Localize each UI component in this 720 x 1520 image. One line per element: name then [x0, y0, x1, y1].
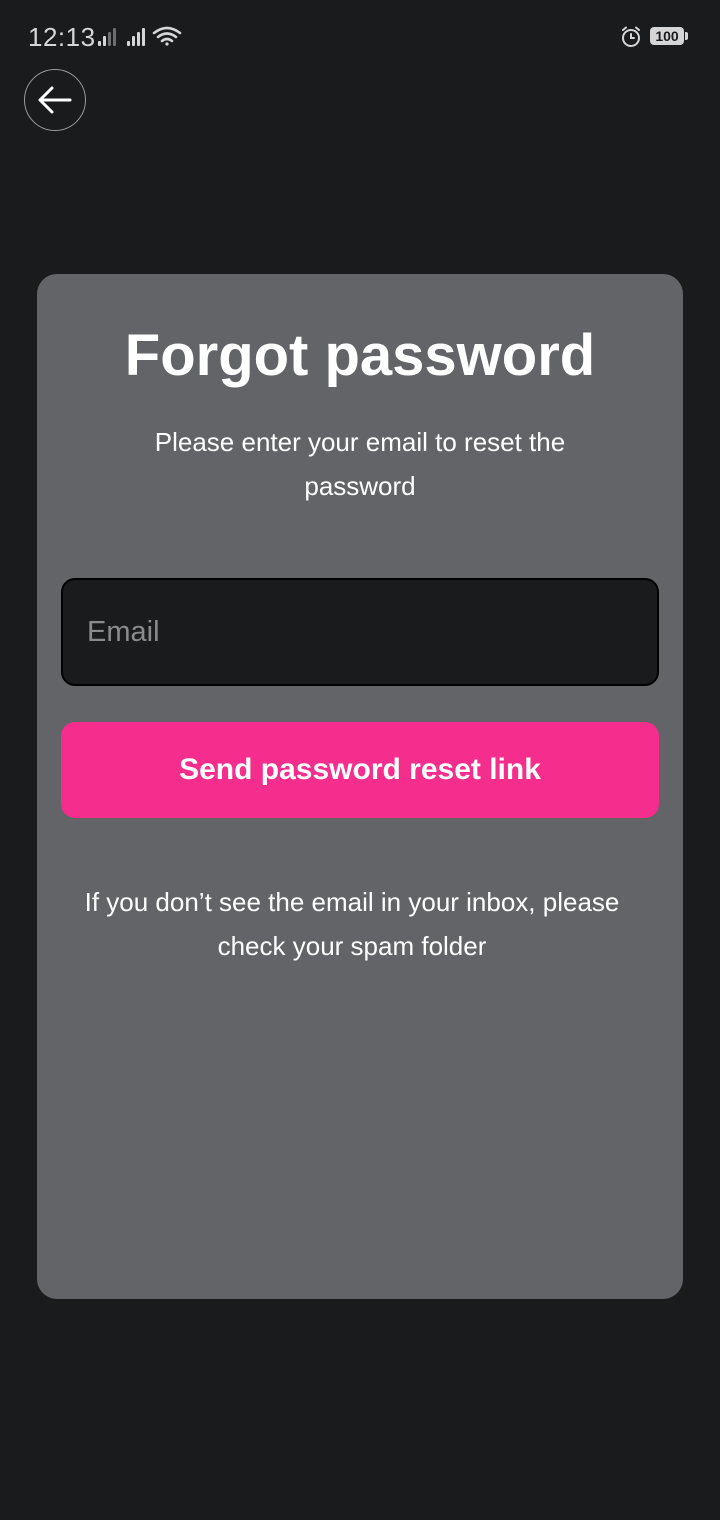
battery-icon: 100 [650, 27, 684, 45]
email-field[interactable] [61, 578, 659, 686]
back-button[interactable] [24, 69, 86, 131]
signal-icon [127, 28, 145, 46]
spam-folder-hint: If you don’t see the email in your inbox… [84, 887, 620, 961]
send-reset-link-button[interactable]: Send password reset link [61, 722, 659, 818]
status-bar: 12:13 100 [0, 0, 720, 72]
arrow-left-icon [38, 86, 72, 114]
email-input[interactable] [87, 580, 637, 684]
signal-icon [98, 28, 116, 46]
page-subtitle: Please enter your email to reset the pas… [154, 427, 566, 501]
battery-tip [685, 32, 688, 40]
signal-icons [98, 26, 182, 46]
wifi-icon [152, 26, 182, 46]
status-time: 12:13 [28, 22, 96, 52]
alarm-icon [622, 26, 640, 47]
page-title: Forgot password [124, 323, 596, 388]
